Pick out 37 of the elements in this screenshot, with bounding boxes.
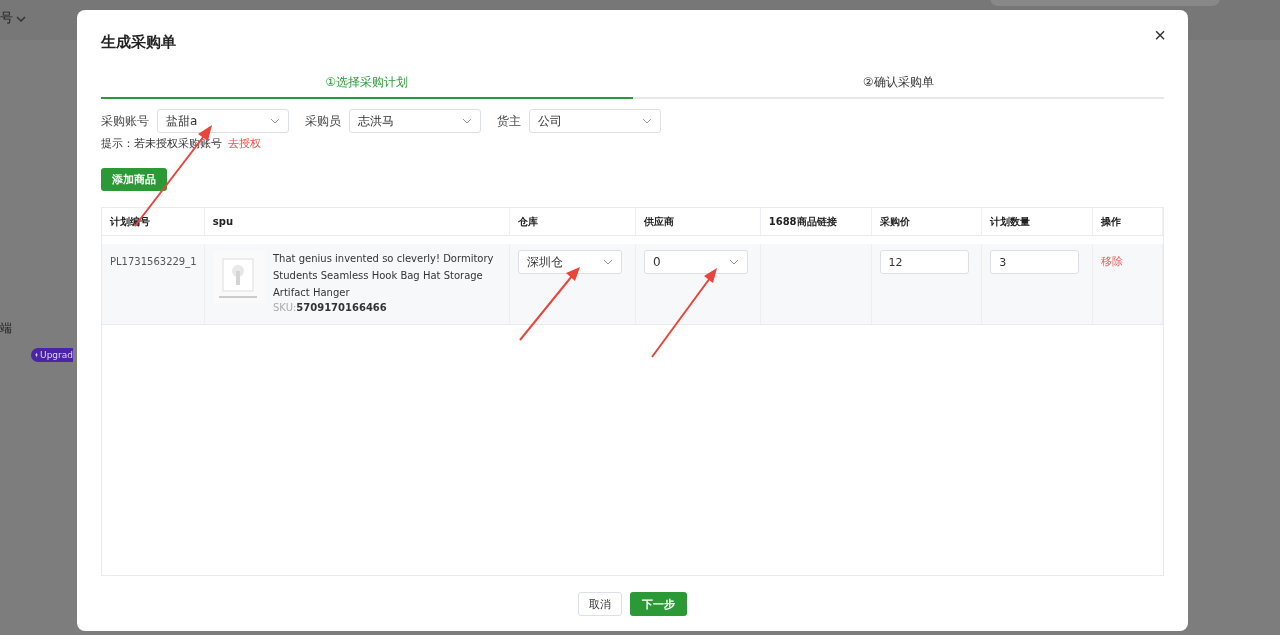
field-label: 采购员: [305, 112, 341, 130]
price-input[interactable]: 12: [879, 250, 969, 274]
warehouse-select[interactable]: 深圳仓: [518, 250, 623, 274]
sidebar-item[interactable]: 端: [0, 320, 12, 337]
step-tab[interactable]: ①选择采购计划: [101, 74, 633, 99]
select-field[interactable]: 盐甜a: [157, 109, 289, 133]
plan-number: PL1731563229_1: [110, 256, 197, 267]
menu-label[interactable]: 号: [0, 9, 13, 27]
column-header: spu: [204, 208, 511, 235]
column-header: 采购价: [871, 208, 983, 235]
select-field[interactable]: 公司: [529, 109, 661, 133]
select-field[interactable]: 志洪马: [349, 109, 481, 133]
caret-icon: [16, 16, 26, 22]
add-product-button[interactable]: 添加商品: [101, 168, 167, 191]
upgrade-badge[interactable]: Upgrad: [31, 348, 73, 362]
product-title: That genius invented so cleverly! Dormitory Students Seamless Hook Bag Hat Storage Artifact Hanger: [273, 252, 495, 300]
chevron-down-icon: [270, 118, 280, 124]
authorize-link[interactable]: 去授权: [228, 137, 261, 150]
field-label: 货主: [497, 112, 521, 130]
field-label: 采购账号: [101, 112, 149, 130]
column-header: 计划数量: [982, 208, 1094, 235]
quantity-input[interactable]: 3: [990, 250, 1080, 274]
cancel-button[interactable]: 取消: [578, 592, 622, 616]
column-header: 仓库: [510, 208, 636, 235]
chevron-down-icon: [729, 259, 740, 265]
dialog-title: 生成采购单: [101, 32, 176, 52]
close-button[interactable]: ×: [1154, 23, 1166, 47]
chevron-down-icon: [642, 118, 652, 124]
sku-text: SKU:5709170166466: [273, 301, 388, 315]
column-header: 1688商品链接: [760, 208, 872, 235]
chevron-down-icon: [462, 118, 472, 124]
column-header: 操作: [1093, 208, 1163, 235]
next-button[interactable]: 下一步: [630, 592, 687, 616]
column-header: 供应商: [635, 208, 761, 235]
supplier-select[interactable]: 0: [644, 250, 749, 274]
chevron-down-icon: [603, 259, 614, 265]
step-tab[interactable]: ②确认采购单: [632, 74, 1164, 99]
